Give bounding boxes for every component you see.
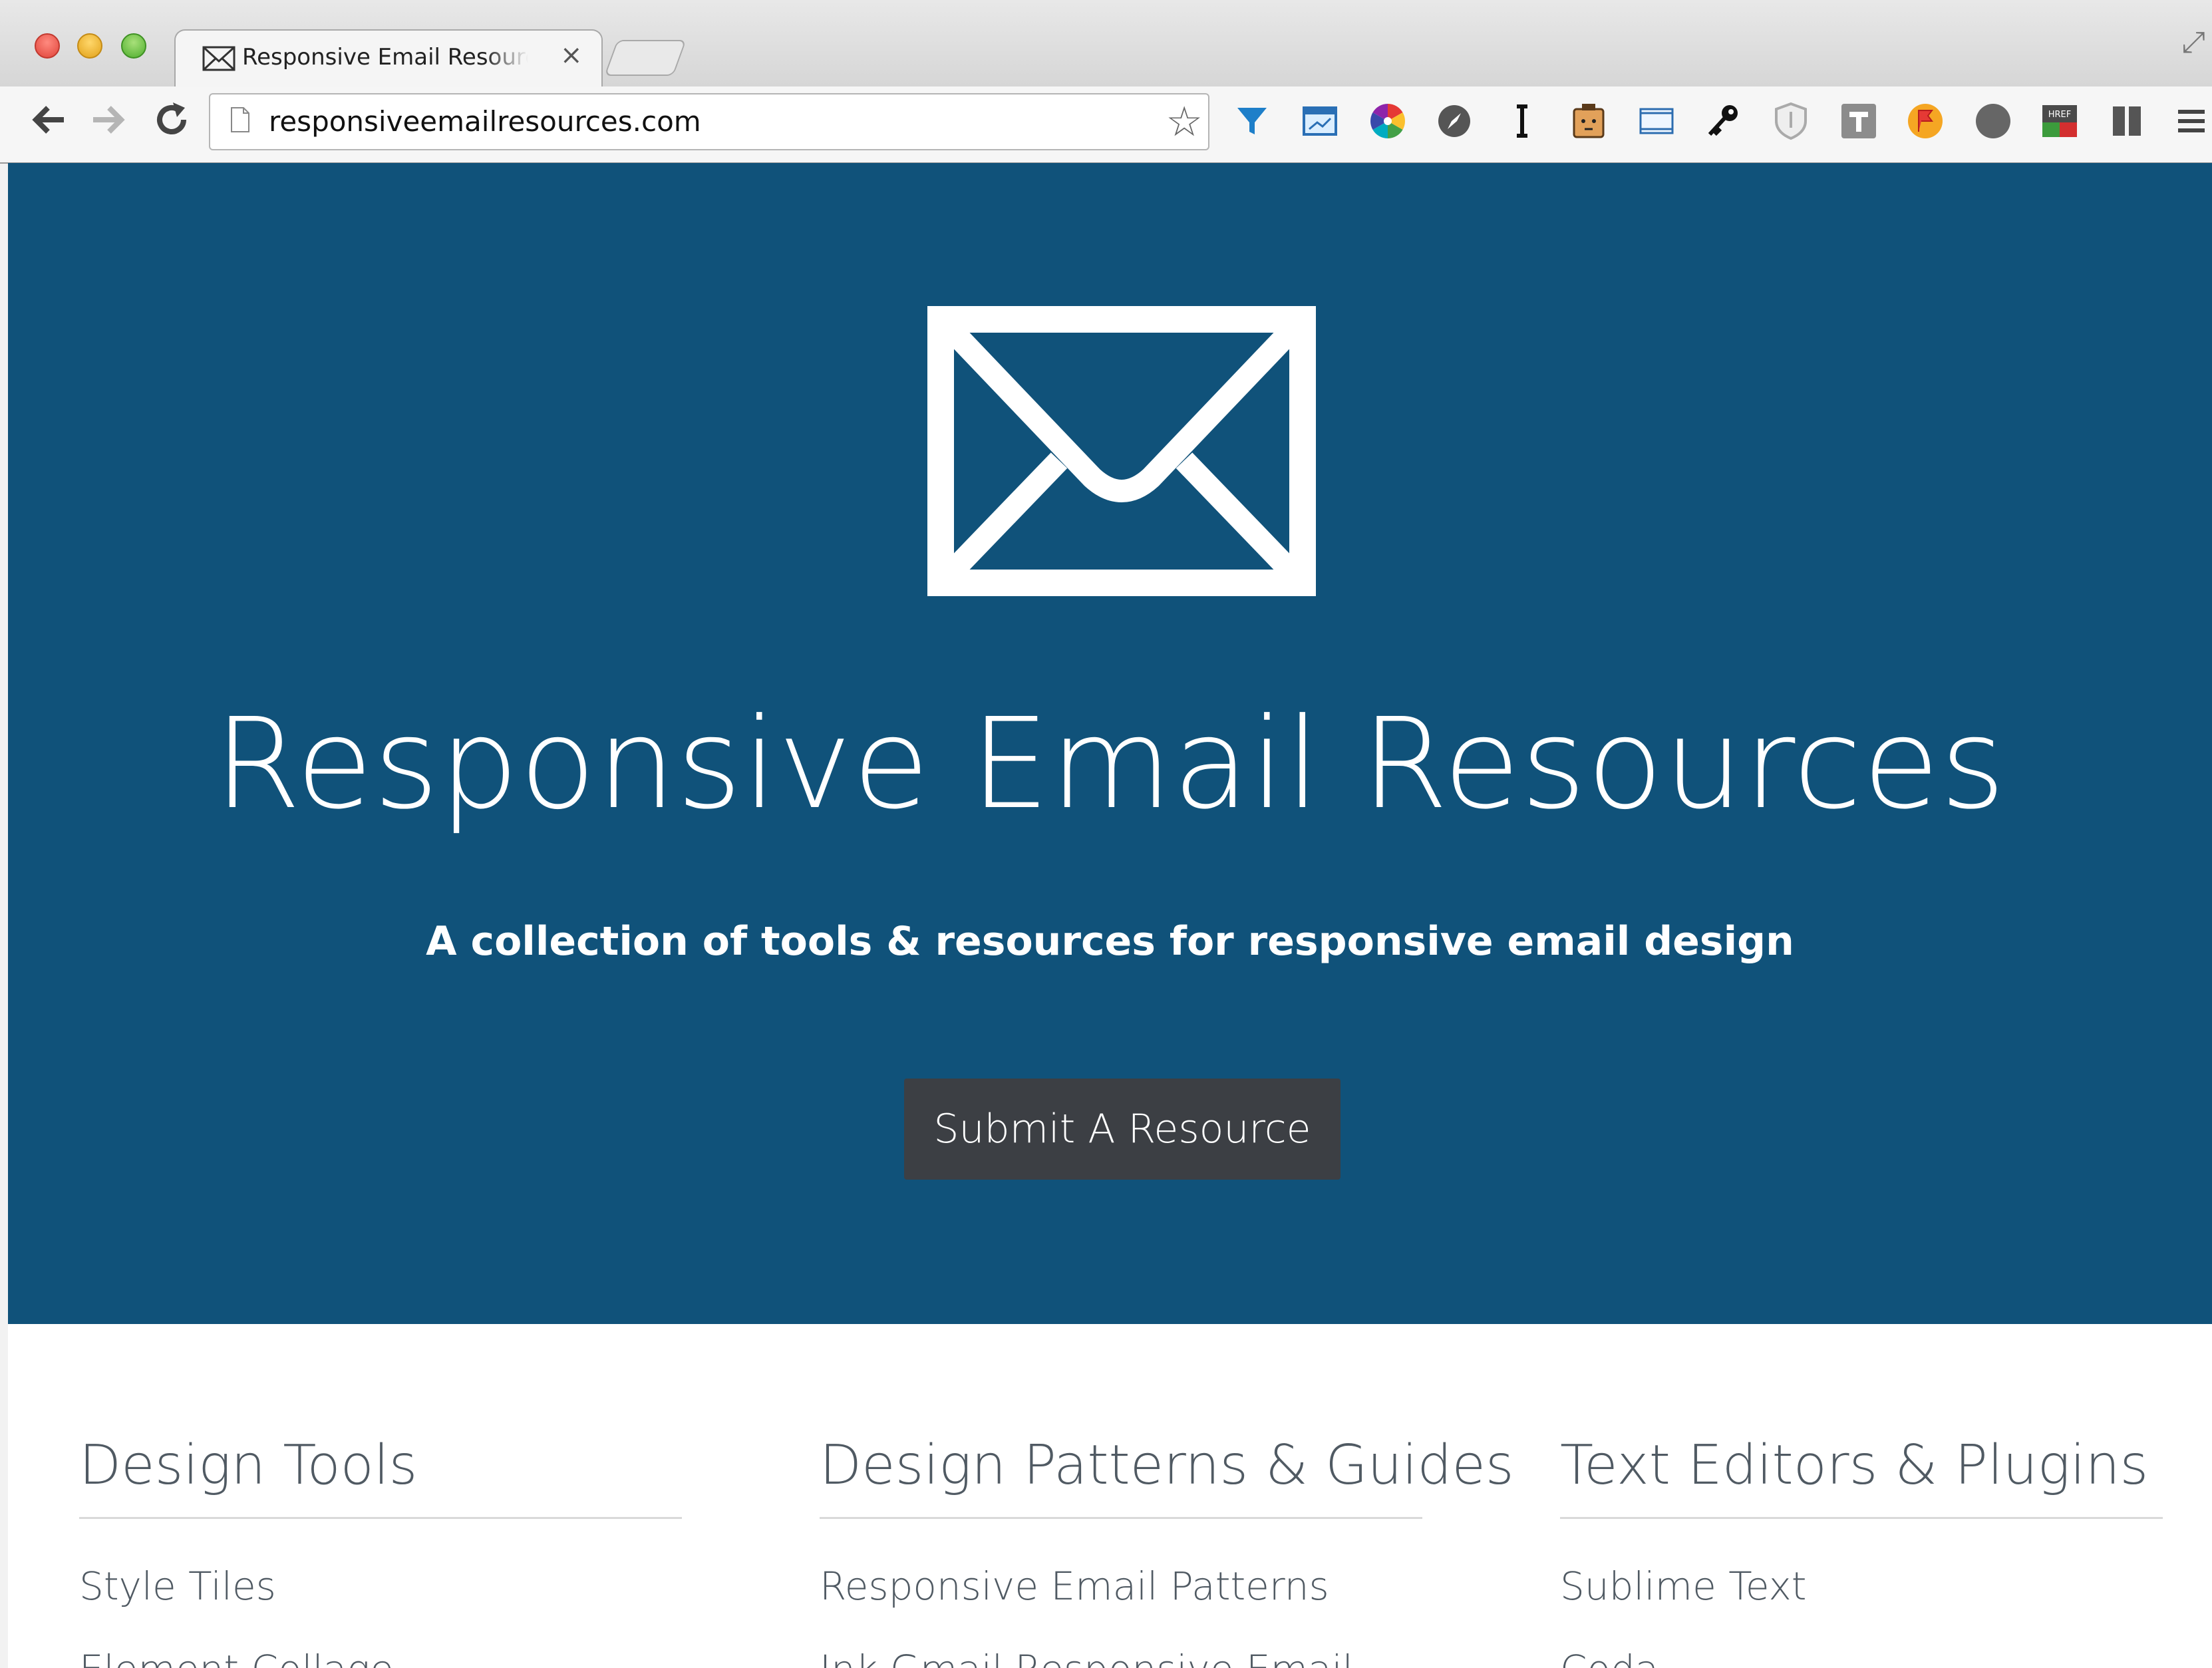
close-window-button[interactable] [35, 33, 60, 59]
address-bar[interactable]: responsiveemailresources.com ☆ [209, 93, 1209, 150]
zoom-window-button[interactable] [121, 33, 146, 59]
list-item-link[interactable]: Style Tiles [79, 1564, 276, 1609]
resource-columns: Design Tools Style Tiles Element Collage… [8, 1324, 2212, 1668]
list-item-link[interactable]: Sublime Text [1560, 1564, 1807, 1609]
funnel-icon[interactable] [1231, 100, 1273, 142]
columns-icon[interactable] [2106, 100, 2149, 142]
reload-icon[interactable] [152, 100, 192, 146]
href-icon[interactable]: HREF [2038, 100, 2081, 142]
page-viewport: Responsive Email Resources A collection … [8, 163, 2212, 1668]
list-item-link[interactable]: Coda [1560, 1647, 1659, 1668]
browser-toolbar: responsiveemailresources.com ☆ HREF [0, 86, 2212, 164]
browser-window: Responsive Email Resources × ⤢ responsiv… [0, 0, 2212, 1668]
minimize-window-button[interactable] [77, 33, 102, 59]
list-item-link[interactable]: Ink Gmail Responsive Email [820, 1647, 1353, 1668]
circle-icon[interactable] [1972, 100, 2014, 142]
window-icon[interactable] [1299, 100, 1341, 142]
tab-close-icon[interactable]: × [560, 40, 583, 71]
screen-icon[interactable] [1635, 100, 1678, 142]
divider [79, 1517, 682, 1519]
fullscreen-icon[interactable]: ⤢ [2182, 25, 2205, 59]
cursor-icon[interactable] [1501, 100, 1543, 142]
page-icon [231, 107, 249, 132]
compass-icon[interactable] [1433, 100, 1476, 142]
svg-text:HREF: HREF [2048, 110, 2072, 120]
envelope-icon [927, 306, 1316, 596]
column-heading: Text Editors & Plugins [1560, 1434, 2149, 1497]
back-arrow-icon[interactable] [29, 100, 69, 146]
face-icon[interactable] [1567, 100, 1610, 142]
divider [1560, 1517, 2163, 1519]
menu-icon[interactable] [2170, 100, 2212, 142]
submit-resource-button[interactable]: Submit A Resource [904, 1079, 1341, 1180]
hero-subtitle: A collection of tools & resources for re… [426, 918, 1794, 965]
hero-title: Responsive Email Resources [214, 691, 2006, 837]
hero-section: Responsive Email Resources A collection … [8, 163, 2212, 1324]
bookmark-star-icon[interactable]: ☆ [1166, 97, 1203, 146]
flag-icon[interactable] [1904, 100, 1947, 142]
column-heading: Design Tools [79, 1434, 418, 1497]
list-item-link[interactable]: Responsive Email Patterns [820, 1564, 1329, 1609]
tab-title: Responsive Email Resources [242, 44, 528, 71]
url-text[interactable]: responsiveemailresources.com [269, 105, 701, 138]
key-icon[interactable] [1702, 100, 1744, 142]
envelope-icon [202, 46, 236, 71]
new-tab-button[interactable] [604, 40, 687, 76]
title-bar: Responsive Email Resources × ⤢ [0, 0, 2212, 89]
forward-arrow-icon[interactable] [88, 100, 128, 146]
tab-responsive-email-resources[interactable]: Responsive Email Resources × [174, 29, 603, 89]
divider [820, 1517, 1422, 1519]
column-heading: Design Patterns & Guides [820, 1434, 1514, 1497]
list-item-link[interactable]: Element Collage [79, 1647, 394, 1668]
shield-icon[interactable] [1770, 100, 1812, 142]
text-t-icon[interactable] [1837, 100, 1880, 142]
color-wheel-icon[interactable] [1366, 100, 1409, 142]
